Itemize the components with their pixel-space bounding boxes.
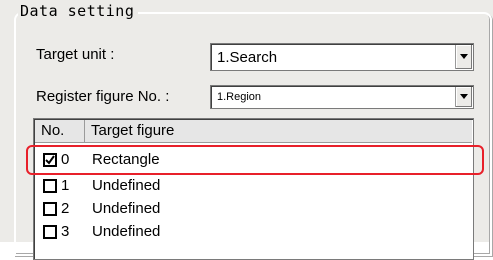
selected-row-highlight (26, 145, 484, 175)
settings-panel: Data setting Target unit : 1.Search Regi… (0, 0, 493, 260)
target-unit-label: Target unit : (36, 46, 115, 63)
target-unit-dropdown-button[interactable] (455, 45, 472, 69)
figure-name: Undefined (92, 223, 161, 240)
column-header-no[interactable]: No. (35, 120, 85, 142)
register-figure-dropdown-button[interactable] (455, 87, 472, 107)
register-figure-select[interactable]: 1.Region (210, 85, 474, 109)
target-unit-select[interactable]: 1.Search (210, 43, 474, 71)
figure-no: 3 (61, 223, 70, 240)
figure-3-checkbox[interactable] (43, 225, 57, 239)
group-title: Data setting (18, 2, 139, 20)
column-header-target-figure[interactable]: Target figure (85, 120, 471, 142)
register-figure-label: Register figure No. : (36, 88, 170, 105)
chevron-down-icon (460, 54, 468, 59)
figure-name: Undefined (92, 177, 161, 194)
figure-1-checkbox[interactable] (43, 179, 57, 193)
list-item[interactable]: 1 Undefined (37, 177, 467, 199)
target-unit-value: 1.Search (217, 49, 278, 66)
chevron-down-icon (460, 94, 468, 99)
figure-no: 2 (61, 200, 70, 217)
figure-2-checkbox[interactable] (43, 202, 57, 216)
target-figure-list[interactable]: No. Target figure 0 Rectangle 1 Undefine… (33, 118, 474, 260)
register-figure-value: 1.Region (217, 91, 262, 103)
figure-name: Undefined (92, 200, 161, 217)
list-item[interactable]: 2 Undefined (37, 200, 467, 222)
figure-no: 1 (61, 177, 70, 194)
list-header: No. Target figure (35, 120, 472, 143)
